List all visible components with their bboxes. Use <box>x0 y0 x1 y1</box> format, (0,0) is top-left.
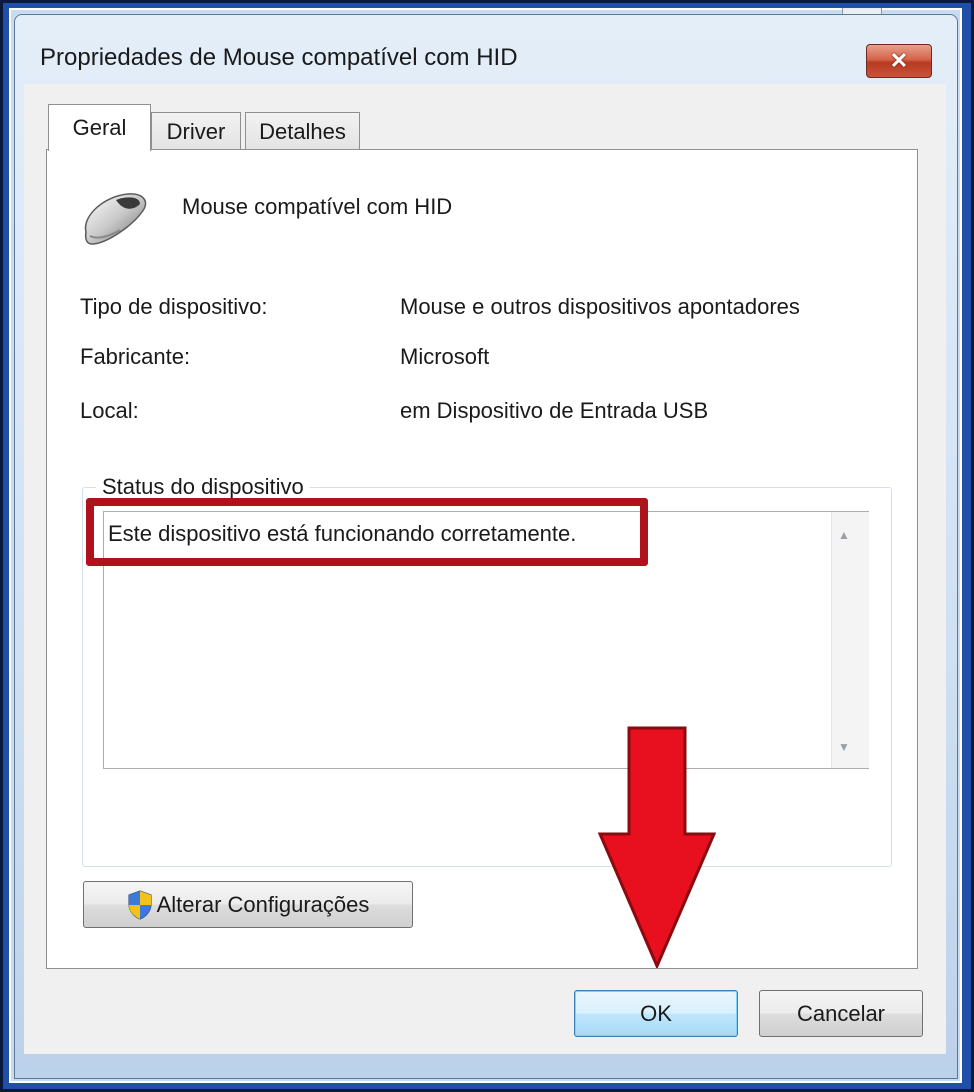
ok-button[interactable]: OK <box>574 990 738 1037</box>
tab-geral[interactable]: Geral <box>48 104 151 151</box>
location-value: em Dispositivo de Entrada USB <box>400 398 709 423</box>
device-status-label: Status do dispositivo <box>96 474 310 500</box>
change-settings-button[interactable]: Alterar Configurações <box>83 881 413 928</box>
status-highlight-box <box>86 498 648 566</box>
cancel-button-label: Cancelar <box>796 1000 886 1026</box>
scroll-up-arrow-icon[interactable]: ▲ <box>838 528 850 542</box>
status-scrollbar[interactable] <box>831 512 869 768</box>
device-type-label: Tipo de dispositivo: <box>80 294 268 319</box>
device-type-value: Mouse e outros dispositivos apontadores <box>400 294 800 319</box>
window-title: Propriedades de Mouse compatível com HID <box>40 44 518 71</box>
tab-detalhes[interactable]: Detalhes <box>245 112 360 150</box>
close-button[interactable]: ✕ <box>866 44 932 78</box>
manufacturer-value: Microsoft <box>400 344 490 369</box>
manufacturer-label: Fabricante: <box>80 344 191 369</box>
uac-shield-icon <box>128 889 152 920</box>
change-settings-label: Alterar Configurações <box>156 891 370 917</box>
scroll-down-arrow-icon[interactable]: ▼ <box>838 740 850 754</box>
cancel-button[interactable]: Cancelar <box>759 990 923 1037</box>
device-name: Mouse compatível com HID <box>182 194 453 219</box>
tab-geral-label: Geral <box>72 115 127 140</box>
tab-detalhes-label: Detalhes <box>259 118 346 144</box>
down-arrow-annotation-icon <box>598 726 716 968</box>
tab-driver[interactable]: Driver <box>151 112 241 150</box>
ok-button-label: OK <box>640 1000 672 1026</box>
tab-driver-label: Driver <box>166 118 226 144</box>
mouse-icon <box>84 193 147 245</box>
location-label: Local: <box>80 398 139 423</box>
